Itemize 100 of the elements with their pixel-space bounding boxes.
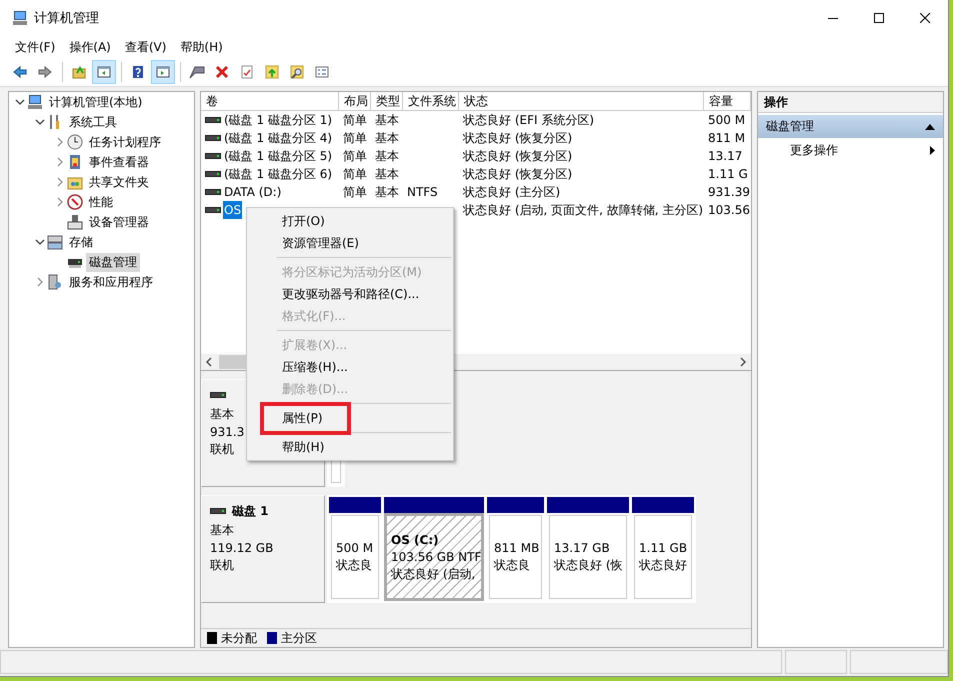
action-link[interactable]: 更多操作 [790, 142, 930, 158]
table-cell: 状态良好 (恢复分区) [463, 167, 572, 181]
checked-document-icon [239, 64, 255, 80]
tree-item[interactable]: 事件查看器 [86, 152, 152, 172]
toolbar-button[interactable] [92, 60, 116, 84]
volume-icon [205, 134, 221, 142]
tree-item[interactable]: 服务和应用程序 [66, 272, 156, 292]
table-cell: 状态良好 (启动, 页面文件, 故障转储, 主分区) [463, 203, 704, 217]
collapsed-chevron-icon[interactable] [57, 177, 63, 187]
collapsed-chevron-icon[interactable] [37, 277, 43, 287]
table-cell: 基本 [375, 167, 399, 181]
tree-item[interactable]: 设备管理器 [86, 212, 152, 232]
performance-gauge-icon [67, 194, 83, 210]
computer-icon [27, 94, 43, 110]
table-cell[interactable]: (磁盘 1 磁盘分区 4) [223, 129, 334, 147]
pane-header: 操作 [758, 92, 943, 113]
toolbar-button[interactable] [151, 60, 175, 84]
submenu-arrow-icon [930, 146, 935, 154]
computer-management-icon [12, 10, 28, 26]
table-cell[interactable]: (磁盘 1 磁盘分区 6) [223, 165, 334, 183]
table-cell: 简单 [343, 131, 367, 145]
tree-item[interactable]: 磁盘管理 [86, 252, 140, 272]
expanded-chevron-icon[interactable] [15, 99, 25, 105]
partition-info: 500 M [336, 540, 374, 557]
collapsed-chevron-icon[interactable] [57, 197, 63, 207]
table-cell: 状态良好 (主分区) [463, 185, 560, 199]
tree-item[interactable]: 系统工具 [66, 112, 120, 132]
table-cell: 简单 [343, 167, 367, 181]
partition-block[interactable]: 500 M 状态良 [329, 497, 381, 601]
volume-icon [205, 188, 221, 196]
action-group-header[interactable]: 磁盘管理 [758, 115, 943, 138]
partition-color-bar [487, 497, 544, 513]
export-icon [264, 64, 280, 80]
list-icon [314, 64, 330, 80]
partition-block[interactable]: 1.11 GB 状态良好 [632, 497, 694, 601]
table-cell[interactable]: DATA (D:) [223, 183, 282, 201]
table-cell: 500 M [708, 113, 746, 127]
action-pane-icon [155, 64, 171, 80]
expanded-chevron-icon[interactable] [35, 239, 45, 245]
context-menu-item[interactable]: 更改驱动器号和路径(C)... [282, 282, 420, 306]
column-header[interactable]: 状态 [459, 92, 704, 111]
partition-info: 811 MB [494, 540, 537, 557]
legend-label: 主分区 [281, 630, 317, 646]
tree-item[interactable]: 任务计划程序 [86, 132, 164, 152]
partition-block[interactable]: 13.17 GB 状态良好 (恢 [547, 497, 629, 601]
context-menu-item[interactable]: 压缩卷(H)... [282, 356, 348, 378]
disk-label-panel[interactable]: 磁盘 1 基本 119.12 GB 联机 [201, 495, 325, 603]
column-header[interactable]: 容量 [704, 92, 751, 111]
partition-title: OS (C:) [391, 532, 440, 548]
table-cell: 103.56 [708, 203, 750, 217]
disk-capacity: 931.3 [210, 425, 244, 439]
window-title: 计算机管理 [34, 10, 99, 27]
clock-icon [67, 134, 83, 150]
partition-block[interactable]: OS (C:) 103.56 GB NTF 状态良好 (启动, [384, 497, 484, 601]
table-cell: 基本 [375, 185, 399, 199]
partition-color-bar [329, 497, 381, 513]
expanded-chevron-icon[interactable] [35, 119, 45, 125]
folder-up-icon [71, 64, 87, 80]
partition-info: 状态良 [336, 557, 373, 574]
collapsed-chevron-icon[interactable] [57, 137, 63, 147]
tree-item[interactable]: 性能 [86, 192, 116, 212]
back-arrow-icon [12, 64, 28, 80]
table-cell[interactable]: (磁盘 1 磁盘分区 5) [223, 147, 334, 165]
column-header[interactable]: 布局 [339, 92, 371, 111]
menu-item[interactable]: 查看(V) [118, 38, 174, 56]
event-log-icon [67, 154, 83, 170]
menu-item[interactable]: 操作(A) [62, 38, 118, 56]
column-header[interactable]: 卷 [201, 92, 339, 111]
server-gear-icon [47, 274, 63, 290]
partition-info: 状态良 [494, 557, 531, 574]
volume-icon [205, 206, 221, 214]
tree-item[interactable]: 存储 [66, 232, 96, 252]
table-cell: 基本 [375, 113, 399, 127]
collapsed-chevron-icon[interactable] [57, 157, 63, 167]
partition-block[interactable]: 811 MB 状态良 [487, 497, 544, 601]
tree-item[interactable]: 共享文件夹 [86, 172, 152, 192]
help-icon [130, 64, 146, 80]
storage-icon [47, 234, 63, 250]
device-icon [67, 214, 83, 230]
volume-icon [205, 170, 221, 178]
table-cell: 基本 [375, 131, 399, 145]
close-icon [920, 13, 930, 23]
column-header[interactable]: 类型 [371, 92, 403, 111]
table-cell: 基本 [375, 149, 399, 163]
context-menu-item[interactable]: 打开(O) [282, 210, 325, 232]
menu-item[interactable]: 文件(F) [8, 38, 62, 56]
table-cell: 状态良好 (恢复分区) [463, 149, 572, 163]
volume-icon [205, 116, 221, 124]
table-cell[interactable]: OS [223, 201, 242, 219]
volume-icon [205, 152, 221, 160]
partition-info: 1.11 GB [639, 540, 687, 557]
context-menu-item[interactable]: 帮助(H) [282, 436, 324, 458]
partition-info: 状态良好 (恢 [554, 557, 622, 574]
table-cell: NTFS [407, 185, 438, 199]
legend-label: 未分配 [221, 630, 257, 646]
table-cell[interactable]: (磁盘 1 磁盘分区 1) [223, 111, 334, 129]
tree-item[interactable]: 计算机管理(本地) [46, 92, 146, 112]
menu-item[interactable]: 帮助(H) [173, 38, 230, 56]
context-menu-item[interactable]: 资源管理器(E) [282, 232, 359, 254]
column-header[interactable]: 文件系统 [403, 92, 459, 111]
